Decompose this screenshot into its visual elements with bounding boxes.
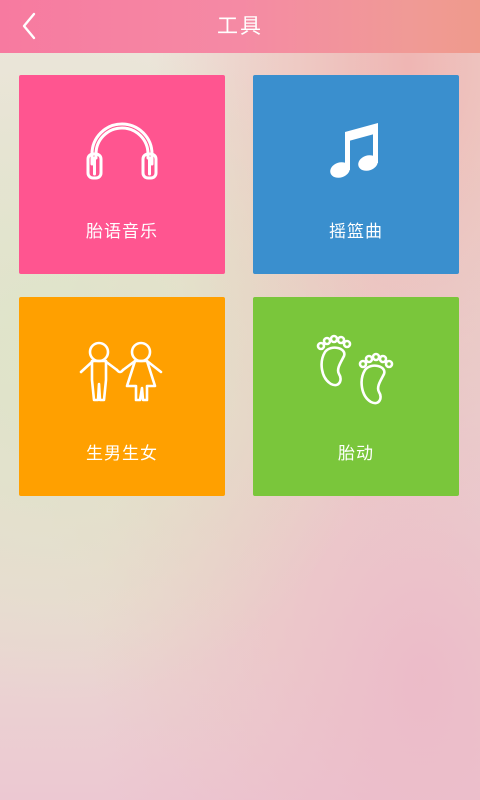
- music-note-icon: [330, 123, 378, 178]
- tool-label: 胎动: [338, 444, 374, 464]
- tool-label: 生男生女: [86, 444, 158, 464]
- page-title: 工具: [217, 14, 263, 38]
- footprints-icon: [316, 334, 394, 405]
- headphones-icon: [86, 122, 158, 180]
- tool-label: 摇篮曲: [329, 222, 383, 242]
- tool-label: 胎语音乐: [86, 222, 158, 242]
- tool-tile-boy-or-girl[interactable]: 生男生女: [19, 297, 225, 496]
- tool-tile-fetal-movement[interactable]: 胎动: [253, 297, 459, 496]
- header-bar: 工具: [0, 0, 480, 53]
- tool-tile-prenatal-music[interactable]: 胎语音乐: [19, 75, 225, 274]
- boy-girl-icon: [79, 341, 163, 402]
- tool-tile-lullaby[interactable]: 摇篮曲: [253, 75, 459, 274]
